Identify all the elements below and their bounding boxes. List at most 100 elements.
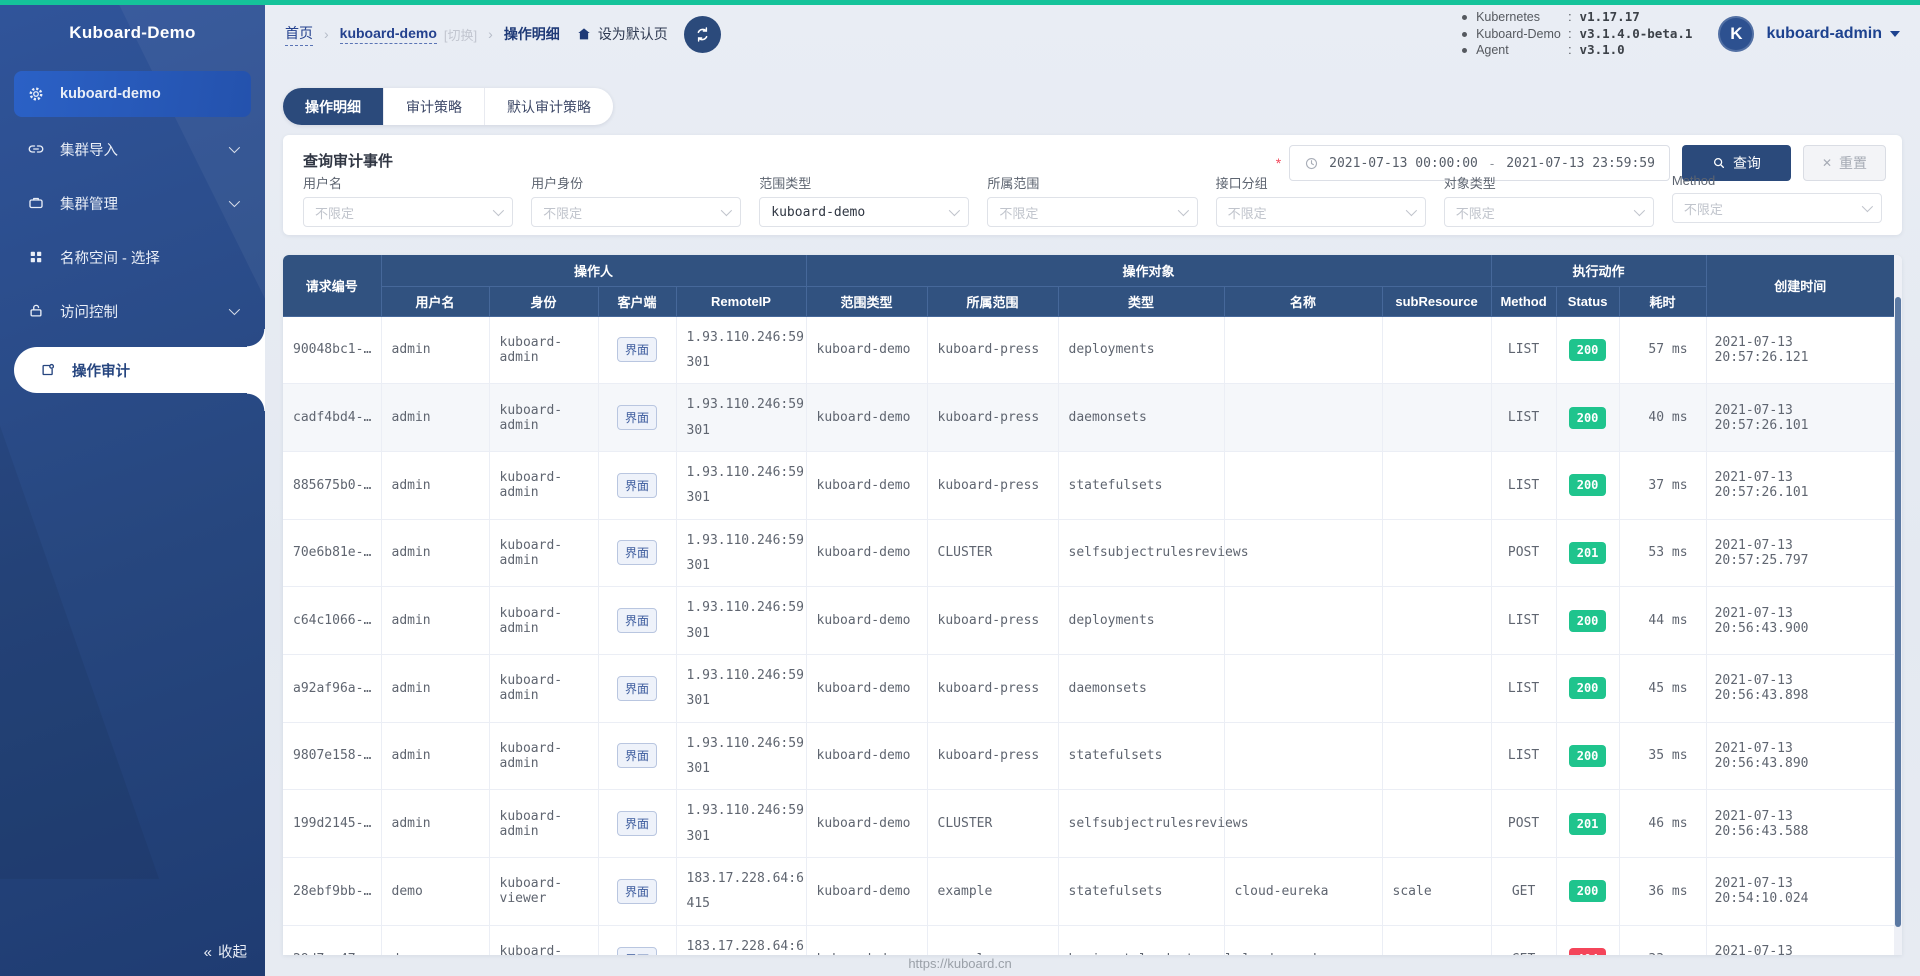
cell-status: 404: [1556, 925, 1620, 955]
cell-type: daemonsets: [1058, 654, 1225, 723]
filter-select-范围类型[interactable]: kuboard-demo: [759, 197, 970, 227]
cell-sub: [1382, 722, 1492, 791]
filter-label: 用户身份: [531, 176, 584, 191]
table-row[interactable]: 199d2145-… admin kuboard-admin 界面 1.93.110.2…: [283, 789, 1895, 858]
cell-method: LIST: [1491, 586, 1557, 655]
table-row[interactable]: 9807e158-… admin kuboard-admin 界面 1.93.110.2…: [283, 722, 1895, 791]
group-header-operator: 操作人: [381, 255, 807, 287]
sidebar-item-label: 名称空间 - 选择: [60, 250, 160, 267]
filter-select-对象类型[interactable]: 不限定: [1443, 197, 1654, 227]
version-value: v3.1.4.0-beta.1: [1579, 25, 1693, 41]
sidebar-item-operation-audit[interactable]: 操作审计: [14, 329, 265, 411]
sidebar-item-kuboard-demo[interactable]: kuboard-demo: [14, 71, 251, 117]
cell-method: GET: [1491, 925, 1557, 955]
cell-status: 200: [1556, 383, 1620, 452]
filter-select-Method[interactable]: 不限定: [1671, 193, 1882, 223]
chevron-down-icon: [228, 195, 241, 208]
chevron-down-icon: [228, 141, 241, 154]
cell-name: [1224, 383, 1383, 452]
filter-范围类型: 范围类型 kuboard-demo: [759, 173, 970, 227]
sidebar-item-namespace-select[interactable]: 名称空间 - 选择: [14, 235, 251, 279]
cell-type: deployments: [1058, 586, 1225, 655]
group-header-target: 操作对象: [806, 255, 1492, 287]
cell-type: statefulsets: [1058, 451, 1225, 520]
sidebar-item-label: 集群导入: [60, 142, 118, 159]
cell-scope: example: [927, 925, 1059, 955]
sidebar-item-access-control[interactable]: 访问控制: [14, 289, 251, 333]
cell-id: 199d2145-…: [283, 789, 382, 858]
cell-sub: [1382, 654, 1492, 723]
sidebar-item-label: 集群管理: [60, 196, 118, 213]
cell-client: 界面: [598, 925, 677, 955]
cell-name: [1224, 722, 1383, 791]
tab-审计策略[interactable]: 审计策略: [383, 88, 484, 125]
cell-scope_type: kuboard-demo: [806, 586, 928, 655]
column-header: subResource: [1382, 286, 1492, 317]
cell-client: 界面: [598, 654, 677, 723]
table-row[interactable]: 28ebf9bb-… demo kuboard-viewer 界面 183.17.228…: [283, 857, 1895, 926]
tab-操作明细[interactable]: 操作明细: [283, 88, 383, 125]
cell-scope: kuboard-press: [927, 722, 1059, 791]
table-row[interactable]: a92af96a-… admin kuboard-admin 界面 1.93.110.2…: [283, 654, 1895, 723]
cell-id: cadf4bd4-…: [283, 383, 382, 452]
cell-method: LIST: [1491, 451, 1557, 520]
refresh-button[interactable]: [683, 15, 721, 53]
filter-label: 范围类型: [759, 176, 812, 191]
cell-sub: scale: [1382, 857, 1492, 926]
client-badge: 界面: [616, 878, 657, 904]
table-row[interactable]: 90048bc1-… admin kuboard-admin 界面 1.93.110.2…: [283, 316, 1895, 385]
select-placeholder: 不限定: [1455, 205, 1495, 221]
footer-url: https://kuboard.cn: [908, 956, 1012, 971]
sidebar-collapse-button[interactable]: « 收起: [204, 941, 247, 962]
scrollbar-thumb[interactable]: [1895, 297, 1901, 927]
cell-id: 9807e158-…: [283, 722, 382, 791]
breadcrumb-switch-hint[interactable]: [切换]: [444, 25, 477, 44]
cell-client: 界面: [598, 857, 677, 926]
chevron-down-icon: [1890, 31, 1900, 37]
breadcrumb-cluster-link[interactable]: kuboard-demo: [339, 25, 437, 44]
table-row[interactable]: 885675b0-… admin kuboard-admin 界面 1.93.110.2…: [283, 451, 1895, 520]
select-placeholder: 不限定: [1683, 201, 1723, 217]
filter-所属范围: 所属范围 不限定: [987, 173, 1198, 227]
audit-table-body: 90048bc1-… admin kuboard-admin 界面 1.93.110.2…: [283, 316, 1895, 955]
filter-select-用户名[interactable]: 不限定: [303, 197, 514, 227]
select-placeholder: 不限定: [999, 205, 1039, 221]
app-title: Kuboard-Demo: [69, 23, 196, 42]
cell-id: c64c1066-…: [283, 586, 382, 655]
cell-method: LIST: [1491, 722, 1557, 791]
select-placeholder: 不限定: [315, 205, 355, 221]
column-header: 类型: [1058, 286, 1225, 317]
cell-client: 界面: [598, 586, 677, 655]
top-accent-bar: [0, 0, 1920, 5]
cell-created: 2021-07-13 20:54:10.021: [1706, 925, 1895, 955]
filter-select-用户身份[interactable]: 不限定: [531, 197, 742, 227]
sidebar-item-label: kuboard-demo: [60, 86, 161, 102]
cell-status: 200: [1556, 722, 1620, 791]
chevron-down-icon: [228, 303, 241, 316]
sidebar-item-label: 访问控制: [60, 304, 118, 321]
table-row[interactable]: c64c1066-… admin kuboard-admin 界面 1.93.110.2…: [283, 586, 1895, 655]
set-default-page-button[interactable]: 设为默认页: [576, 24, 668, 44]
table-row[interactable]: 70e6b81e-… admin kuboard-admin 界面 1.93.110.2…: [283, 519, 1895, 588]
sidebar-item-cluster-manage[interactable]: 集群管理: [14, 181, 251, 225]
cell-identity: kuboard-admin: [489, 654, 599, 723]
tab-默认审计策略[interactable]: 默认审计策略: [484, 88, 613, 125]
cell-type: horizontalpodautoscalers: [1058, 925, 1256, 955]
cell-ip: 1.93.110.246:59301: [676, 586, 807, 655]
user-menu[interactable]: K kuboard-admin: [1718, 16, 1900, 52]
cell-status: 200: [1556, 857, 1620, 926]
breadcrumb-home-link[interactable]: 首页: [285, 23, 313, 46]
cell-status: 200: [1556, 316, 1620, 385]
column-header: Method: [1491, 286, 1557, 317]
table-row[interactable]: cadf4bd4-… admin kuboard-admin 界面 1.93.110.2…: [283, 383, 1895, 452]
table-row[interactable]: 29d7ac47-…demokuboard-viewer 界面 183.17.228…: [283, 925, 1895, 955]
cell-created: 2021-07-13 20:57:26.101: [1706, 451, 1895, 520]
cell-created: 2021-07-13 20:57:25.797: [1706, 519, 1895, 588]
table-scrollbar[interactable]: [1894, 255, 1902, 955]
cell-id: 28ebf9bb-…: [283, 857, 382, 926]
required-mark: *: [1275, 155, 1282, 171]
filter-select-所属范围[interactable]: 不限定: [987, 197, 1198, 227]
cell-duration: 40 ms: [1619, 383, 1707, 452]
sidebar-item-cluster-import[interactable]: 集群导入: [14, 127, 251, 171]
filter-select-接口分组[interactable]: 不限定: [1215, 197, 1426, 227]
